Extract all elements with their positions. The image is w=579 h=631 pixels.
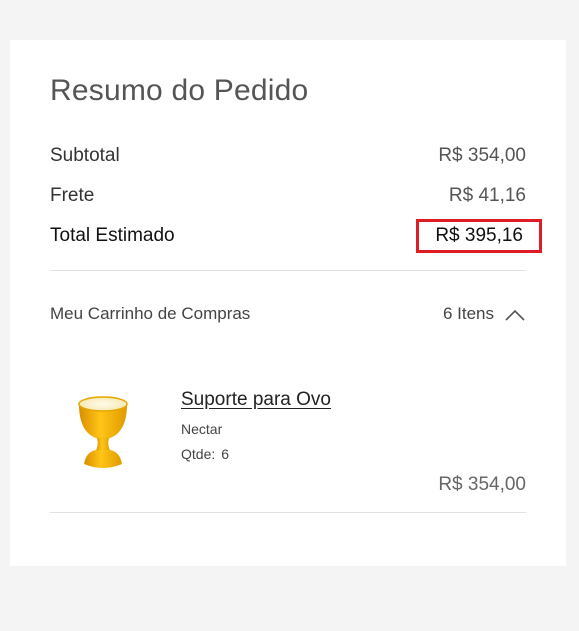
total-value: R$ 395,16 xyxy=(416,219,542,253)
shipping-label: Frete xyxy=(50,185,95,206)
order-summary-title: Resumo do Pedido xyxy=(50,74,309,107)
product-price: R$ 354,00 xyxy=(438,474,526,495)
total-row: Total Estimado R$ 395,16 xyxy=(50,219,542,253)
order-summary-card: Resumo do Pedido Subtotal R$ 354,00 Fret… xyxy=(10,40,566,566)
subtotal-value: R$ 354,00 xyxy=(438,145,526,166)
egg-cup-image[interactable] xyxy=(72,392,134,472)
product-color: Nectar xyxy=(181,421,223,437)
quantity-value: 6 xyxy=(221,446,230,462)
chevron-up-icon[interactable] xyxy=(504,307,526,321)
product-quantity: Qtde: 6 xyxy=(181,446,229,462)
cart-label: Meu Carrinho de Compras xyxy=(50,304,251,323)
total-label: Total Estimado xyxy=(50,225,175,246)
divider xyxy=(50,512,526,513)
product-name-link[interactable]: Suporte para Ovo xyxy=(181,389,331,411)
quantity-label: Qtde: xyxy=(181,446,216,462)
shipping-row: Frete R$ 41,16 xyxy=(50,183,526,209)
cart-header: Meu Carrinho de Compras 6 Itens xyxy=(50,302,526,326)
divider xyxy=(50,270,526,271)
subtotal-row: Subtotal R$ 354,00 xyxy=(50,143,526,169)
cart-count: 6 Itens xyxy=(442,304,494,323)
subtotal-label: Subtotal xyxy=(50,145,120,166)
shipping-value: R$ 41,16 xyxy=(448,185,526,206)
cart-toggle[interactable]: 6 Itens xyxy=(443,304,526,324)
